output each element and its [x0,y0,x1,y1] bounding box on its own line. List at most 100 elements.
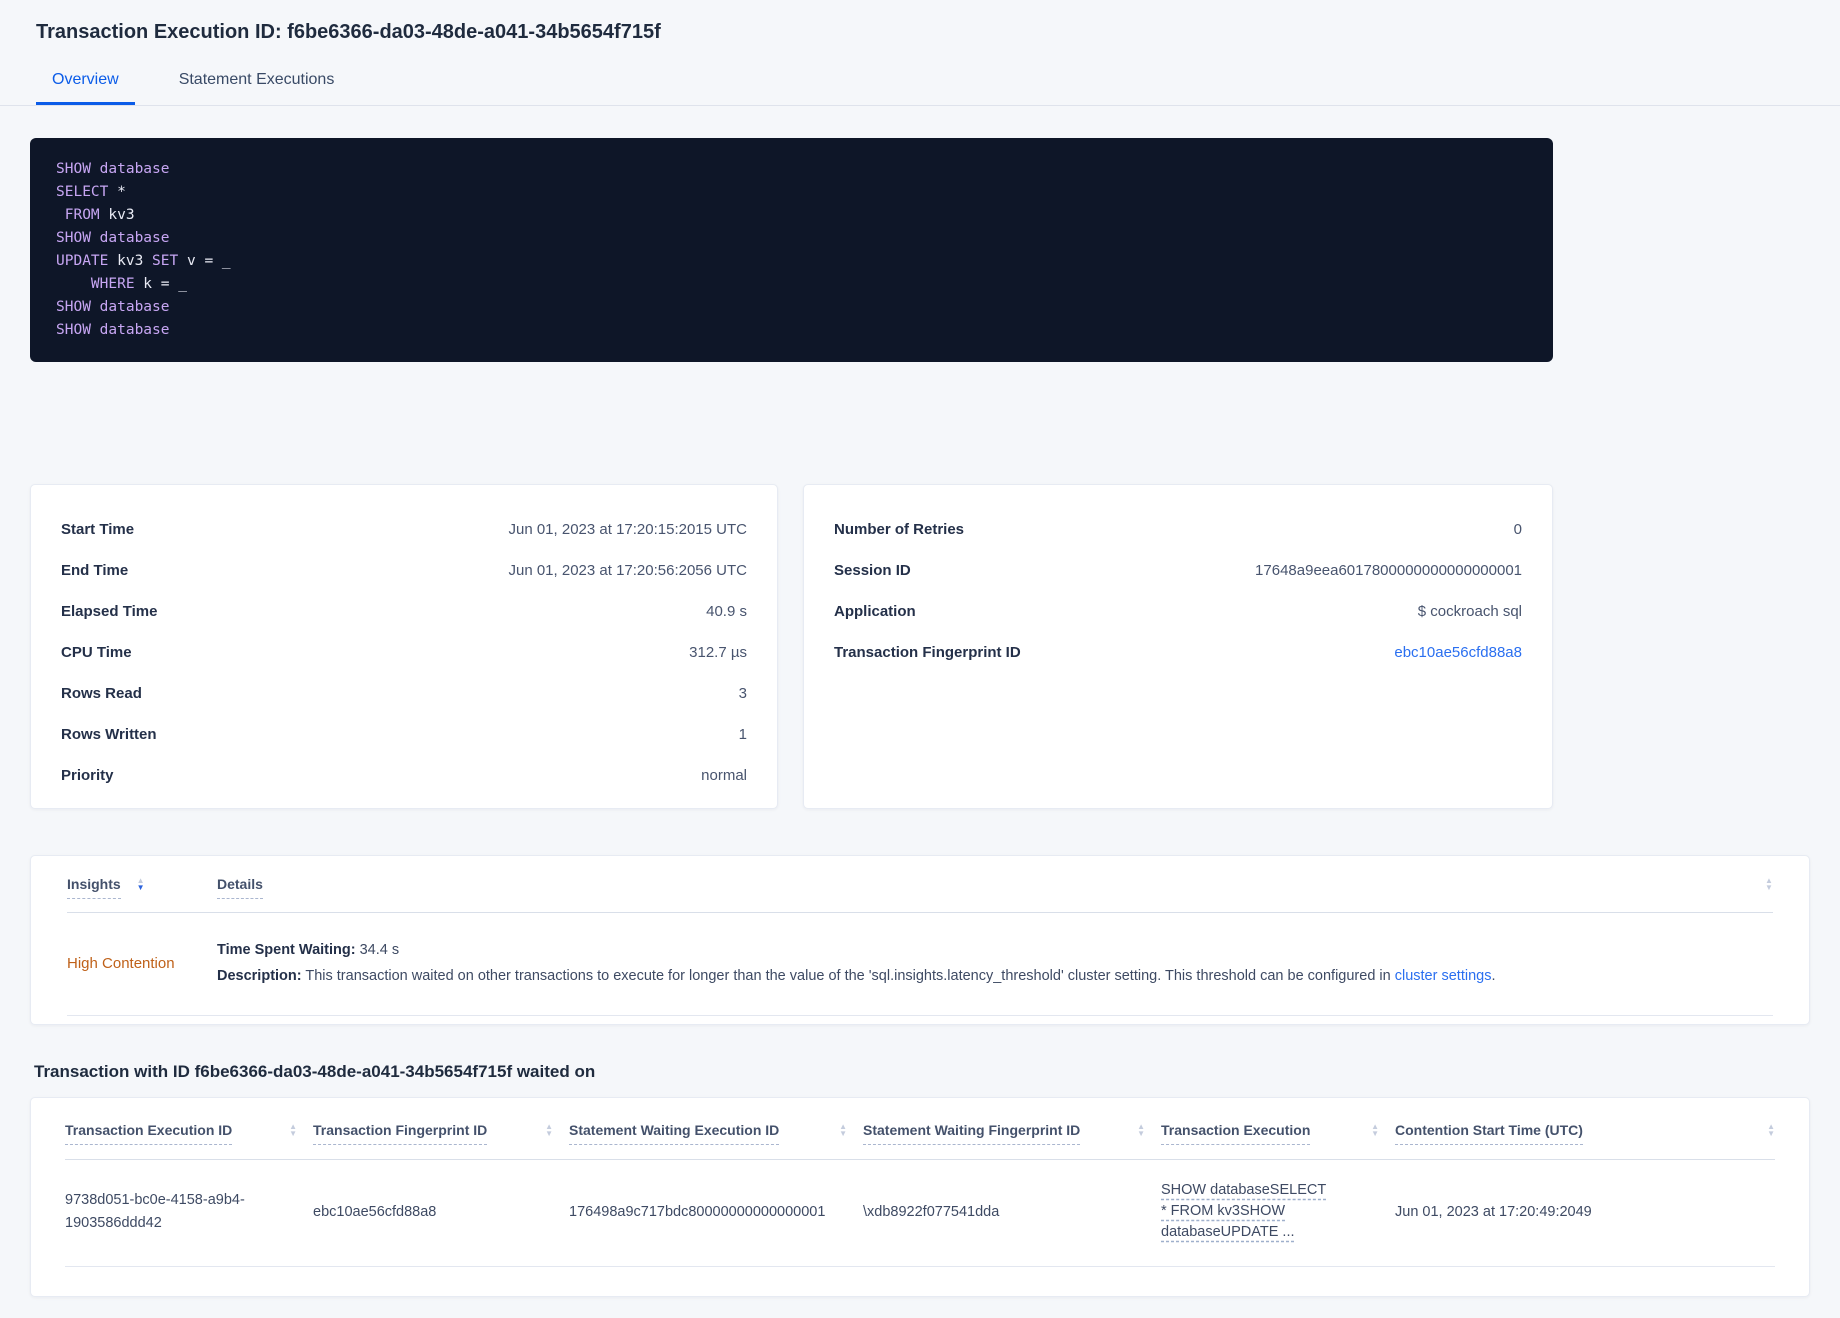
sort-icon[interactable]: ▲ ▼ [1371,1123,1379,1138]
column-header[interactable]: Statement Waiting Fingerprint ID ▲ ▼ [863,1122,1145,1145]
insights-table-header: Insights ▲ ▼ Details ▲ ▼ [67,856,1773,913]
description-label: Description: [217,968,302,984]
column-header[interactable]: Transaction Execution ID ▲ ▼ [65,1122,297,1145]
sql-text: kv3 [108,253,153,269]
sql-keyword: WHERE [90,276,135,292]
insight-row: High Contention Time Spent Waiting: 34.4… [67,913,1773,1016]
detail-value: Jun 01, 2023 at 17:20:15:2015 UTC [508,521,747,538]
detail-row: Rows Written 1 [61,714,747,755]
detail-label: Rows Read [61,685,142,702]
statement-waiting-execution-id-cell: 176498a9c717bdc80000000000000001 [569,1203,826,1220]
table-cell: \xdb8922f077541dda [863,1201,1145,1224]
sql-line: SHOW database [56,319,1527,342]
table-row: 9738d051-bc0e-4158-a9b4-1903586ddd42 ebc1… [65,1160,1775,1267]
detail-row: Priority normal [61,755,747,796]
sort-icon[interactable]: ▲ ▼ [839,1123,847,1138]
sort-icon[interactable]: ▲ ▼ [545,1123,553,1138]
column-header-label: Transaction Fingerprint ID [313,1122,488,1145]
contention-start-time-cell: Jun 01, 2023 at 17:20:49:2049 [1395,1203,1592,1220]
time-spent-waiting-value: 34.4 s [355,942,400,958]
sql-keyword: SHOW [56,322,91,338]
tab-overview[interactable]: Overview [36,62,135,105]
transaction-fingerprint-link[interactable]: ebc10ae56cfd88a8 [1394,644,1522,661]
sql-keyword: database [99,299,170,315]
sort-icon[interactable]: ▲ ▼ [1137,1123,1145,1138]
detail-row: Session ID 17648a9eea60178000000000000000… [834,550,1522,591]
sql-keyword: database [99,322,170,338]
insights-table-card: Insights ▲ ▼ Details ▲ ▼ High Contention T… [30,855,1810,1025]
column-header-label: Transaction Execution [1161,1122,1311,1145]
waited-on-table-header: Transaction Execution ID ▲ ▼ Transaction Fi… [65,1098,1775,1160]
sort-down-arrow-icon: ▼ [289,1129,297,1138]
column-header-label: Statement Waiting Fingerprint ID [863,1122,1081,1145]
sql-line: FROM kv3 [56,204,1527,227]
insights-column-header[interactable]: Insights ▲ ▼ [67,876,217,899]
sql-keyword: SET [152,253,179,269]
column-header-label: Statement Waiting Execution ID [569,1122,780,1145]
detail-row: Number of Retries 0 [834,509,1522,550]
sort-down-arrow-icon: ▼ [839,1129,847,1138]
detail-value: normal [701,767,747,784]
column-header[interactable]: Statement Waiting Execution ID ▲ ▼ [569,1122,847,1145]
detail-label: Elapsed Time [61,603,158,620]
detail-value: Jun 01, 2023 at 17:20:56:2056 UTC [508,562,747,579]
detail-value: 1 [738,726,747,743]
transaction-fingerprint-id-cell: ebc10ae56cfd88a8 [313,1203,437,1220]
detail-label: Rows Written [61,726,157,743]
detail-value: $ cockroach sql [1417,603,1522,620]
sql-statements-box: SHOW database SELECT * FROM kv3 SHOW datab… [30,138,1553,362]
sort-icon[interactable]: ▲ ▼ [289,1123,297,1138]
sql-line: UPDATE kv3 SET v = _ [56,250,1527,273]
table-cell: ebc10ae56cfd88a8 [313,1201,553,1224]
transaction-execution-link[interactable]: SHOW databaseSELECT * FROM kv3SHOW datab… [1161,1180,1331,1243]
detail-label: Session ID [834,562,911,579]
summary-cards-row: Start Time Jun 01, 2023 at 17:20:15:2015 … [30,484,1810,809]
sort-icon[interactable]: ▲ ▼ [137,877,145,892]
detail-row: Start Time Jun 01, 2023 at 17:20:15:2015 … [61,509,747,550]
sql-line: SHOW database [56,158,1527,181]
tab-statement-executions[interactable]: Statement Executions [163,62,351,105]
description-text: This transaction waited on other transac… [301,968,1395,984]
sort-down-arrow-icon: ▼ [1371,1129,1379,1138]
table-cell: SHOW databaseSELECT * FROM kv3SHOW datab… [1161,1180,1379,1244]
details-column-header[interactable]: Details [217,876,1749,899]
sql-keyword: FROM [64,207,100,223]
time-spent-waiting-label: Time Spent Waiting: [217,942,356,958]
detail-label: Number of Retries [834,521,965,538]
column-header-label: Contention Start Time (UTC) [1395,1122,1583,1145]
waited-on-table-card: Transaction Execution ID ▲ ▼ Transaction Fi… [30,1097,1810,1297]
detail-value: 17648a9eea6017800000000000000001 [1255,562,1522,579]
sort-down-arrow-icon: ▼ [1137,1129,1145,1138]
detail-value: 3 [738,685,747,702]
sort-icon[interactable]: ▲ ▼ [1767,1123,1775,1138]
column-header[interactable]: Transaction Fingerprint ID ▲ ▼ [313,1122,553,1145]
sql-line: WHERE k = _ [56,273,1527,296]
detail-value: 0 [1513,521,1522,538]
column-header[interactable]: Transaction Execution ▲ ▼ [1161,1122,1379,1145]
cluster-settings-link[interactable]: cluster settings [1395,968,1492,984]
column-header[interactable]: Contention Start Time (UTC) ▲ ▼ [1395,1122,1775,1145]
table-cell: 176498a9c717bdc80000000000000001 [569,1201,847,1224]
table-cell: Jun 01, 2023 at 17:20:49:2049 [1395,1201,1775,1224]
waited-on-heading: Transaction with ID f6be6366-da03-48de-a… [34,1062,596,1081]
detail-label: CPU Time [61,644,132,661]
tab-bar: Overview Statement Executions [0,62,1840,106]
detail-label: Application [834,603,916,620]
detail-label: Priority [61,767,114,784]
sort-icon[interactable]: ▲ ▼ [1765,877,1773,892]
detail-row: End Time Jun 01, 2023 at 17:20:56:2056 UT… [61,550,747,591]
execution-details-card: Start Time Jun 01, 2023 at 17:20:15:2015 … [30,484,778,809]
page-title: Transaction Execution ID: f6be6366-da03-… [36,21,661,43]
detail-row: Rows Read 3 [61,673,747,714]
sql-keyword: database [99,230,170,246]
sql-keyword: SHOW [56,161,91,177]
sql-text: k = _ [134,276,187,292]
detail-row: Elapsed Time 40.9 s [61,591,747,632]
insight-details: Time Spent Waiting: 34.4 s Description: … [217,937,1773,989]
